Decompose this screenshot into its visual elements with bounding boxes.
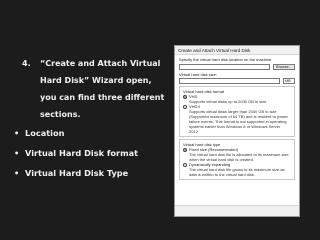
dialog-title: Create and Attach Virtual Hard Disk (175, 46, 299, 55)
format-option-desc: Supports virtual disks larger than 2040 … (189, 109, 288, 134)
radio-unselected-icon[interactable] (183, 162, 187, 167)
bullet-icon: • (14, 148, 20, 158)
bullet-text-location: Location (25, 128, 65, 138)
size-input[interactable] (179, 78, 280, 84)
bullet-item: • Virtual Hard Disk format (14, 147, 138, 167)
slide-text-area: 4. “Create and Attach Virtual Hard Disk”… (0, 0, 170, 240)
radio-selected-icon[interactable] (183, 94, 187, 99)
type-option-desc: The virtual hard disk file is allocated … (189, 152, 289, 162)
browse-button[interactable]: Browse... (273, 64, 295, 70)
bullet-item: • Location (14, 127, 138, 147)
type-group: Virtual hard disk type Fixed size (Recom… (179, 139, 295, 180)
step-paragraph: 4. “Create and Attach Virtual Hard Disk”… (22, 55, 170, 123)
bullet-icon: • (14, 168, 20, 178)
create-vhd-dialog: Create and Attach Virtual Hard Disk Spec… (174, 45, 300, 217)
size-unit-value: MB (285, 79, 291, 83)
bullet-icon: • (14, 128, 20, 138)
radio-unselected-icon[interactable] (183, 104, 187, 109)
dialog-body: Specify the virtual hard disk location o… (175, 55, 299, 182)
bullet-list: • Location • Virtual Hard Disk format • Vir… (14, 127, 138, 187)
dialog-footer (175, 205, 299, 216)
type-option-desc: The virtual hard disk file grows to its … (189, 167, 285, 177)
bullet-item: • Virtual Hard Disk Type (14, 167, 138, 187)
bullet-text-format: Virtual Hard Disk format (25, 148, 139, 158)
location-input[interactable] (179, 64, 270, 70)
step-text: “Create and Attach Virtual Hard Disk” Wi… (40, 59, 165, 119)
location-label: Specify the virtual hard disk location o… (179, 57, 273, 62)
bullet-text-type: Virtual Hard Disk Type (25, 168, 129, 178)
size-label: Virtual hard disk size: (179, 72, 217, 77)
step-number: 4. (22, 59, 31, 68)
format-group: Virtual hard disk format VHD Supports vi… (179, 86, 295, 137)
size-unit-select[interactable]: MB (283, 78, 295, 84)
radio-selected-icon[interactable] (183, 147, 187, 152)
